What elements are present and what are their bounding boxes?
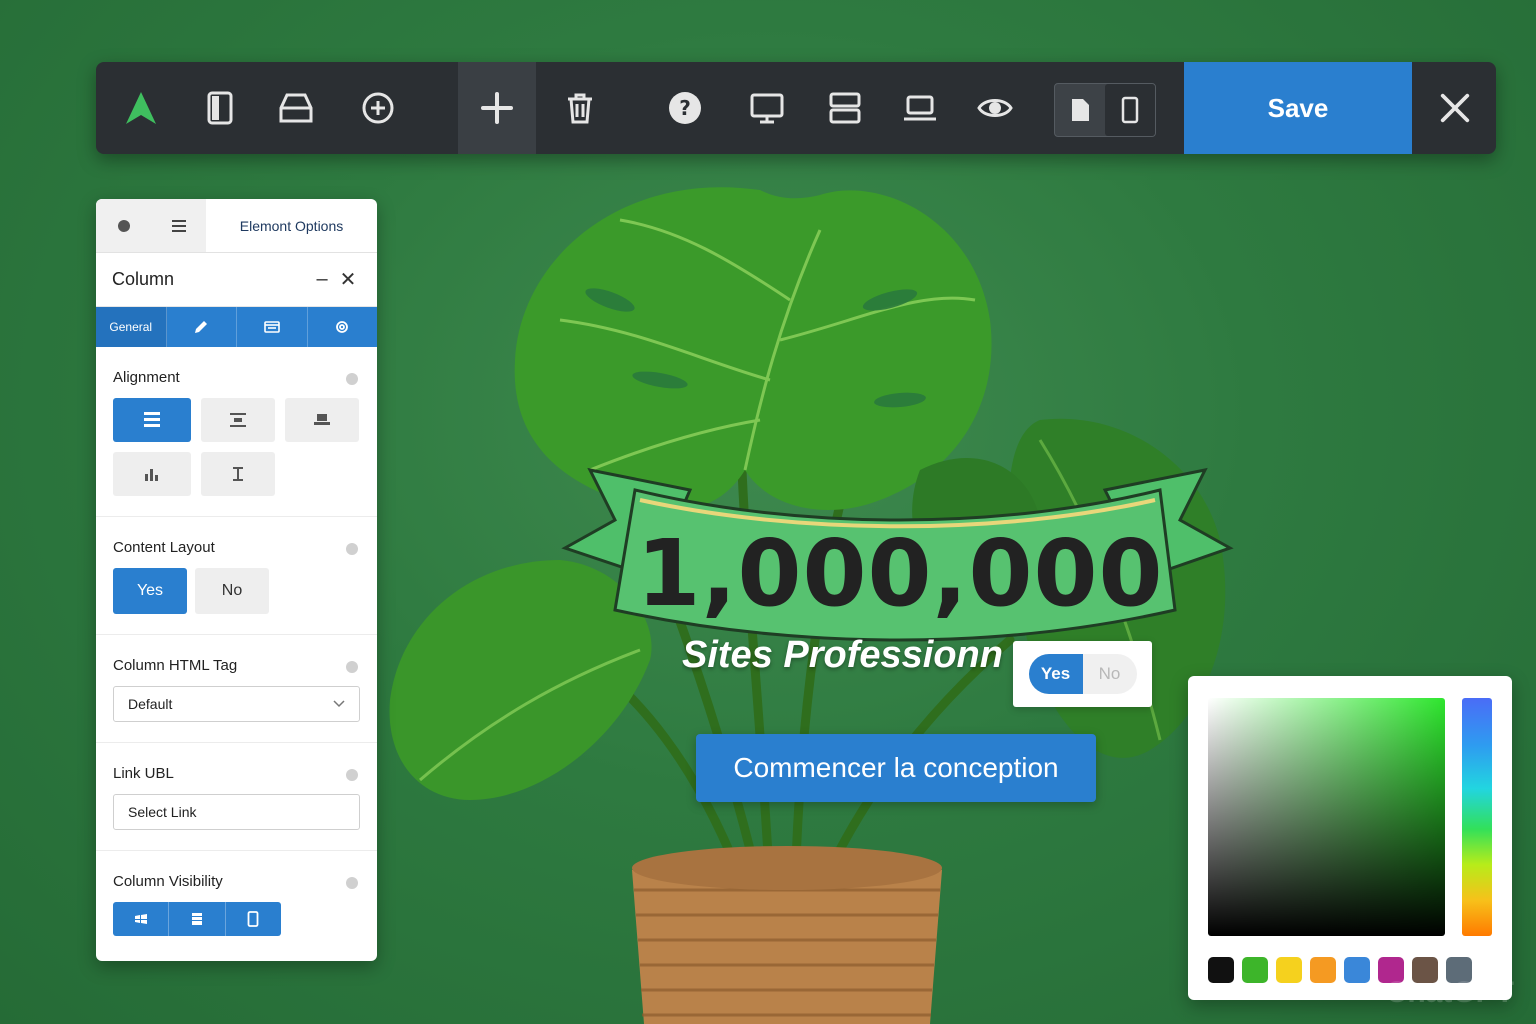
info-icon[interactable] — [346, 543, 358, 555]
eye-icon[interactable] — [956, 62, 1034, 154]
yes-button[interactable]: Yes — [113, 568, 187, 614]
chevron-down-icon — [333, 700, 345, 708]
visibility-label: Column Visibility — [113, 873, 223, 890]
info-icon[interactable] — [346, 769, 358, 781]
align-bottom-button[interactable] — [285, 398, 359, 442]
tab-advanced[interactable] — [308, 307, 378, 347]
no-button[interactable]: No — [195, 568, 269, 614]
element-options-panel: Elemont Options Column – ✕ General Align… — [96, 199, 377, 961]
logo-icon[interactable] — [102, 62, 180, 154]
menu-icon[interactable] — [151, 199, 206, 252]
desktop-icon[interactable] — [728, 62, 806, 154]
watermark-text: ChatGPT — [1385, 976, 1514, 1009]
page-icon[interactable] — [1055, 84, 1105, 136]
panel-title: Column — [112, 269, 175, 289]
html-tag-value: Default — [128, 696, 173, 712]
sidebar-icon[interactable] — [181, 62, 259, 154]
align-top-icon — [144, 412, 160, 427]
alignment-options — [113, 398, 360, 496]
save-button[interactable]: Save — [1184, 62, 1412, 154]
tablet-icon — [191, 913, 202, 925]
hero-subtitle: Sites Professionn — [682, 634, 1003, 676]
info-icon[interactable] — [346, 877, 358, 889]
settings-sub-tabs: General — [96, 307, 377, 347]
tab-element-options[interactable]: Elemont Options — [206, 199, 377, 252]
align-bottom-icon — [314, 414, 330, 425]
panel-close-icon[interactable]: ✕ — [335, 267, 361, 292]
align-middle-button[interactable] — [201, 398, 275, 442]
content-layout-section: Content Layout Yes No — [96, 517, 377, 635]
device-toggle-group — [1054, 83, 1156, 137]
color-swatch[interactable] — [1242, 957, 1268, 983]
gear-icon — [336, 321, 349, 333]
color-picker — [1188, 676, 1512, 1000]
hero-counter: 1,000,000 — [636, 520, 1164, 627]
add-circle-icon[interactable] — [339, 62, 417, 154]
alignment-label: Alignment — [113, 369, 180, 386]
svg-text:?: ? — [679, 96, 691, 120]
visibility-desktop-button[interactable] — [113, 902, 170, 936]
minimize-icon[interactable]: – — [309, 268, 335, 291]
alignment-section: Alignment — [96, 347, 377, 517]
saturation-area[interactable] — [1208, 698, 1445, 936]
plus-icon[interactable] — [458, 62, 536, 154]
close-icon[interactable] — [1426, 62, 1484, 154]
content-layout-toggle: Yes No — [113, 568, 360, 614]
editor-toolbar: ? Save — [96, 62, 1496, 154]
tab-general[interactable]: General — [96, 307, 167, 347]
content-layout-label: Content Layout — [113, 539, 215, 556]
info-icon[interactable] — [346, 661, 358, 673]
html-tag-select[interactable]: Default — [113, 686, 360, 722]
color-swatch[interactable] — [1310, 957, 1336, 983]
panel-tab-bar: Elemont Options — [96, 199, 377, 253]
panel-header: Column – ✕ — [96, 253, 377, 307]
toggle-no[interactable]: No — [1083, 654, 1137, 694]
link-section: Link UBL Select Link — [96, 743, 377, 851]
tab-content[interactable] — [237, 307, 308, 347]
pencil-icon — [195, 321, 208, 333]
align-stretch-button[interactable] — [113, 452, 191, 496]
header-icon[interactable] — [257, 62, 335, 154]
visibility-section: Column Visibility — [96, 851, 377, 956]
hue-slider[interactable] — [1462, 698, 1492, 936]
dot-icon[interactable] — [96, 199, 151, 252]
space-icon — [233, 467, 243, 481]
windows-icon — [134, 914, 147, 924]
visibility-mobile-button[interactable] — [226, 902, 281, 936]
laptop-icon[interactable] — [881, 62, 959, 154]
rows-icon[interactable] — [806, 62, 884, 154]
phone-icon — [247, 911, 259, 927]
toggle-yes[interactable]: Yes — [1028, 654, 1083, 694]
align-middle-icon — [230, 413, 246, 427]
link-placeholder: Select Link — [128, 804, 197, 820]
html-tag-label: Column HTML Tag — [113, 657, 238, 674]
card-icon — [263, 321, 280, 333]
link-input[interactable]: Select Link — [113, 794, 360, 830]
help-icon[interactable]: ? — [646, 62, 724, 154]
align-space-button[interactable] — [201, 452, 275, 496]
trash-icon[interactable] — [541, 62, 619, 154]
color-swatch[interactable] — [1344, 957, 1370, 983]
yes-no-switch: Yes No — [1028, 654, 1137, 694]
mobile-icon[interactable] — [1105, 84, 1155, 136]
link-label: Link UBL — [113, 765, 174, 782]
color-swatch[interactable] — [1208, 957, 1234, 983]
visibility-toggle-group — [113, 902, 281, 936]
yes-no-toggle-widget: Yes No — [1013, 641, 1152, 707]
color-swatch[interactable] — [1276, 957, 1302, 983]
start-design-button[interactable]: Commencer la conception — [696, 734, 1096, 802]
bars-icon — [145, 469, 158, 481]
html-tag-section: Column HTML Tag Default — [96, 635, 377, 743]
info-icon[interactable] — [346, 373, 358, 385]
visibility-tablet-button[interactable] — [169, 902, 226, 936]
tab-style[interactable] — [167, 307, 237, 347]
align-top-button[interactable] — [113, 398, 191, 442]
